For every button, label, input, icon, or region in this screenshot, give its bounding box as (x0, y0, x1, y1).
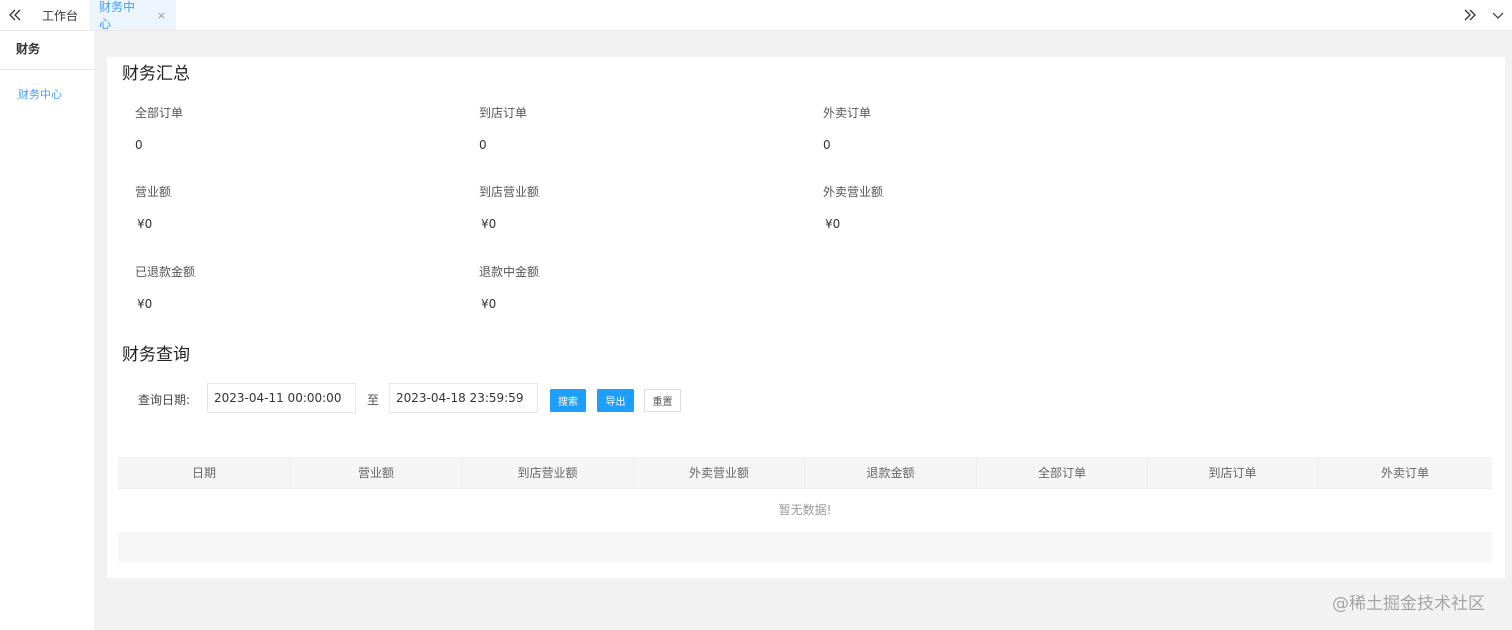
tab-label: 工作台 (42, 8, 79, 23)
sidebar-title: 财务 (0, 31, 94, 70)
close-icon[interactable]: × (157, 9, 166, 22)
column-header: 外卖订单 (1380, 466, 1429, 480)
sidebar-item-finance-center[interactable]: 财务中心 (18, 86, 62, 102)
end-date-input[interactable] (389, 383, 538, 413)
column-header: 到店订单 (1148, 457, 1318, 489)
stat-label: 已退款金额 (135, 265, 196, 279)
chevron-down-icon (1492, 12, 1504, 19)
tab-finance-center[interactable]: 财务中心 × (89, 0, 176, 31)
column-header: 外卖营业额 (634, 457, 805, 489)
column-header: 营业额 (291, 457, 462, 489)
stat-label: 外卖订单 (823, 106, 872, 120)
sidebar: 财务 财务中心 (0, 31, 94, 630)
stat-value: ¥0 (137, 217, 153, 231)
table-empty-message: 暂无数据! (118, 489, 1492, 532)
stat-value: 0 (823, 138, 831, 152)
stat-value: 0 (135, 138, 143, 152)
stat-value: ¥0 (137, 297, 153, 311)
summary-title: 财务汇总 (122, 64, 190, 84)
date-range-label: 查询日期: (138, 393, 191, 407)
tab-workbench[interactable]: 工作台 (32, 0, 88, 30)
table-footer (118, 532, 1492, 563)
stat-label: 外卖营业额 (823, 185, 884, 199)
date-range-separator: 至 (367, 393, 380, 407)
start-date-input[interactable] (207, 383, 356, 413)
column-header: 日期 (118, 457, 291, 489)
column-header: 退款金额 (805, 457, 977, 489)
tab-menu-dropdown-button[interactable] (1488, 0, 1508, 30)
stat-label: 全部订单 (135, 106, 184, 120)
stat-value: ¥0 (481, 297, 497, 311)
reset-button[interactable]: 重置 (644, 389, 681, 412)
stat-label: 到店订单 (479, 106, 528, 120)
top-tab-bar: 工作台 财务中心 × (0, 0, 1512, 31)
tab-label: 财务中心 (99, 0, 136, 31)
watermark: @稀土掘金技术社区 (1332, 594, 1485, 614)
double-chevron-right-icon (1464, 9, 1476, 21)
scroll-tabs-right-button[interactable] (1461, 0, 1479, 30)
stat-value: ¥0 (825, 217, 841, 231)
stat-value: 0 (479, 138, 487, 152)
stat-label: 营业额 (135, 185, 172, 199)
double-chevron-left-icon (9, 9, 21, 21)
scroll-tabs-left-button[interactable] (6, 0, 24, 30)
query-title: 财务查询 (122, 345, 190, 365)
stat-label: 退款中金额 (479, 265, 540, 279)
stat-value: ¥0 (481, 217, 497, 231)
stat-label: 到店营业额 (479, 185, 540, 199)
column-header: 全部订单 (977, 457, 1148, 489)
table-header: 日期 营业额 到店营业额 外卖营业额 退款金额 全部订单 到店订单 外卖订单 (118, 457, 1492, 489)
export-button[interactable]: 导出 (597, 389, 634, 412)
column-header: 到店营业额 (462, 457, 634, 489)
search-button[interactable]: 搜索 (550, 389, 586, 412)
